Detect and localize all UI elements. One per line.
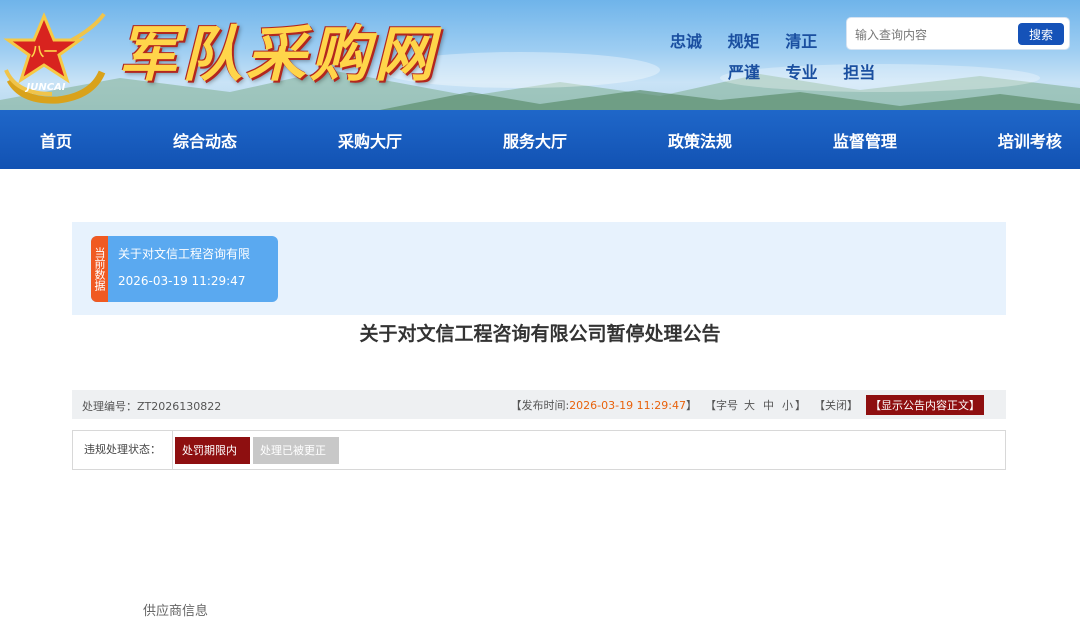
svg-text:八一: 八一 [30, 45, 57, 60]
nav-item-supervision[interactable]: 监督管理 [833, 128, 897, 152]
meta-bar: 处理编号：ZT2026130822 【发布时间: 2026-03-19 11:2… [72, 390, 1006, 419]
search-box: 搜索 [846, 17, 1070, 50]
motto-row-1: 忠诚 规矩 清正 [670, 28, 837, 52]
nav-item-procurement-hall[interactable]: 采购大厅 [338, 128, 402, 152]
show-full-text-button[interactable]: 【显示公告内容正文】 [866, 395, 984, 415]
motto-responsibility: 担当 [843, 63, 876, 82]
army-emblem-logo: 八一 JUNCAI [3, 12, 106, 104]
status-penalty-active-pill[interactable]: 处罚期限内 [175, 437, 250, 464]
process-number-value: ZT2026130822 [137, 400, 222, 413]
font-size-suffix: 】 [795, 399, 806, 412]
font-size-large-link[interactable]: 大 [744, 397, 755, 413]
current-data-time: 2026-03-19 11:29:47 [118, 274, 246, 288]
motto-rigor: 严谨 [728, 63, 761, 82]
font-size-prefix: 【字号 [705, 399, 738, 412]
nav-item-policy[interactable]: 政策法规 [668, 128, 732, 152]
motto-rules: 规矩 [727, 32, 760, 51]
publish-time: 2026-03-19 11:29:47 [569, 398, 686, 412]
main-nav: 首页 综合动态 采购大厅 服务大厅 政策法规 监督管理 培训考核 [0, 110, 1080, 169]
motto-row-2: 严谨 专业 担当 [728, 59, 895, 83]
site-title: 军队采购网 [118, 20, 438, 90]
publish-time-prefix: 【发布时间: [510, 399, 570, 412]
motto-professional: 专业 [785, 63, 818, 82]
current-data-card[interactable]: 当前数据 关于对文信工程咨询有限 2026-03-19 11:29:47 [91, 236, 278, 302]
header-banner: 八一 JUNCAI 军队采购网 忠诚 规矩 清正 严谨 专业 担当 搜索 [0, 0, 1080, 110]
motto-integrity: 清正 [785, 32, 818, 51]
close-link[interactable]: 【关闭】 [814, 397, 858, 413]
svg-text:JUNCAI: JUNCAI [24, 82, 65, 93]
nav-item-news[interactable]: 综合动态 [173, 128, 237, 152]
nav-item-home[interactable]: 首页 [40, 128, 72, 152]
current-data-tag: 当前数据 [91, 236, 108, 302]
meta-actions: 【发布时间: 2026-03-19 11:29:47 】 【字号 大 中 小 】… [510, 395, 984, 415]
current-data-title: 关于对文信工程咨询有限 [118, 247, 251, 261]
process-number: 处理编号：ZT2026130822 [82, 398, 221, 414]
current-data-panel: 当前数据 关于对文信工程咨询有限 2026-03-19 11:29:47 [72, 222, 1006, 315]
nav-item-service-hall[interactable]: 服务大厅 [503, 128, 567, 152]
font-size-medium-link[interactable]: 中 [763, 397, 774, 413]
search-input[interactable] [853, 22, 1021, 48]
motto-loyalty: 忠诚 [670, 32, 703, 51]
violation-status-box: 违规处理状态： 处罚期限内 处理已被更正 [72, 430, 1006, 470]
status-corrected-pill[interactable]: 处理已被更正 [253, 437, 339, 464]
violation-status-label: 违规处理状态： [73, 431, 173, 469]
supplier-info-heading: 供应商信息 [143, 604, 209, 619]
process-number-label: 处理编号： [82, 400, 137, 413]
publish-time-suffix: 】 [686, 399, 697, 412]
search-button[interactable]: 搜索 [1018, 23, 1064, 45]
page-title: 关于对文信工程咨询有限公司暂停处理公告 [359, 323, 721, 345]
nav-item-training[interactable]: 培训考核 [998, 128, 1062, 152]
font-size-small-link[interactable]: 小 [782, 397, 793, 413]
current-data-tag-text: 当前数据 [93, 247, 106, 291]
